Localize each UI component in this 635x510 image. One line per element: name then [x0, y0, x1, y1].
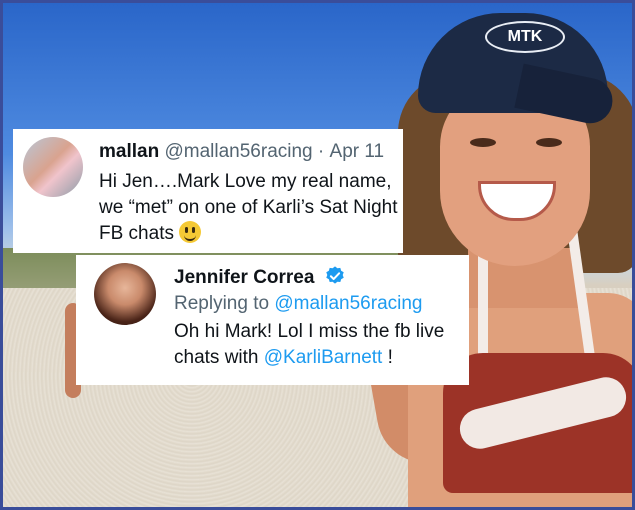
tweet-header: mallan @mallan56racing · Apr 11	[99, 141, 384, 163]
tweet-card-mallan[interactable]: mallan @mallan56racing · Apr 11 Hi Jen….…	[13, 129, 403, 253]
smiling-face-emoji-icon	[179, 221, 202, 243]
author-handle[interactable]: @mallan56racing	[164, 141, 312, 162]
eye-left	[470, 138, 496, 147]
avatar-jennifer[interactable]	[94, 263, 156, 325]
avatar-mallan[interactable]	[23, 137, 83, 197]
cap-logo: MTK	[485, 21, 565, 53]
tweet-header: Jennifer Correa	[174, 265, 346, 289]
replying-to-link[interactable]: @mallan56racing	[274, 293, 422, 314]
verified-badge-icon	[326, 266, 344, 284]
separator: ·	[317, 141, 325, 162]
tweet-text: Oh hi Mark! Lol I miss the fb live chats…	[174, 319, 464, 371]
replying-to-line: Replying to @mallan56racing	[174, 293, 422, 315]
mention-link[interactable]: @KarliBarnett	[264, 347, 383, 368]
tweet-text-content: Hi Jen….Mark Love my real name, we “met”…	[99, 171, 398, 244]
replying-prefix: Replying to	[174, 293, 270, 314]
eye-right	[536, 138, 562, 147]
tweet-date[interactable]: Apr 11	[330, 141, 385, 162]
tweet-text: Hi Jen….Mark Love my real name, we “met”…	[99, 169, 399, 247]
author-name[interactable]: mallan	[99, 141, 159, 162]
image-frame: MTK mallan @mallan56racing · Apr 11 Hi J…	[0, 0, 635, 510]
author-name[interactable]: Jennifer Correa	[174, 267, 314, 288]
tweet-text-end: !	[387, 347, 393, 368]
tweet-card-jennifer[interactable]: Jennifer Correa Replying to @mallan56rac…	[76, 255, 469, 385]
